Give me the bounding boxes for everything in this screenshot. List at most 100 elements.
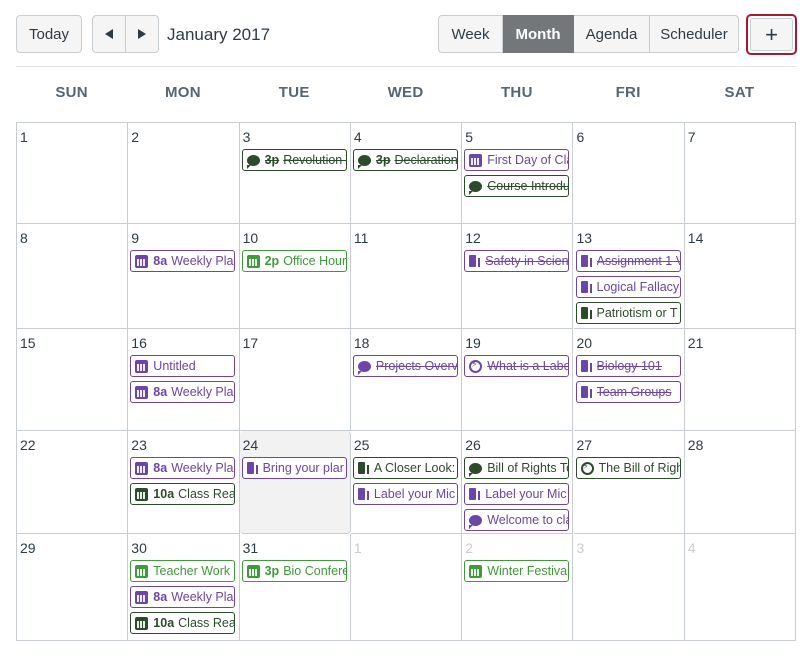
day-cell[interactable]: 15 xyxy=(17,329,129,431)
calendar-event[interactable]: Patriotism or T xyxy=(575,302,681,324)
day-cell[interactable]: 23 8aWeekly Plan 10aClass Read xyxy=(128,431,240,534)
day-cell[interactable]: 11 xyxy=(350,224,463,329)
day-cell[interactable]: 3 xyxy=(574,534,685,640)
day-cell[interactable]: 20 Biology 101 Team Groups xyxy=(573,329,685,431)
calendar-event[interactable]: Welcome to cla xyxy=(464,509,570,531)
day-number: 11 xyxy=(353,230,369,246)
calendar-event[interactable]: 10aClass Read xyxy=(130,612,236,634)
calendar-event[interactable]: First Day of Cla xyxy=(464,149,570,171)
event-title: Teacher Work I xyxy=(153,564,235,578)
event-label: Logical Fallacy xyxy=(597,280,680,294)
day-cell[interactable]: 25 A Closer Look: Label your Mic xyxy=(350,431,463,534)
day-cell[interactable]: 4 xyxy=(685,534,796,640)
calendar-event[interactable]: A Closer Look: xyxy=(352,457,458,479)
day-cell[interactable]: 29 xyxy=(17,534,129,640)
next-month-button[interactable] xyxy=(125,15,159,53)
assignment-icon xyxy=(469,488,481,500)
event-title: First Day of Cla xyxy=(487,153,569,167)
day-cell[interactable]: 16 Untitled 8a Weekly Plan xyxy=(128,329,240,431)
calendar-event[interactable]: 2p Office Hours xyxy=(241,250,347,272)
day-cell[interactable]: 1 xyxy=(17,123,129,224)
calendar-event[interactable]: The Bill of Righ xyxy=(575,457,681,479)
day-cell[interactable]: 3 3pRevolution T xyxy=(239,123,351,224)
tab-agenda[interactable]: Agenda xyxy=(574,15,650,53)
calendar-event[interactable]: Label your Mic xyxy=(464,483,570,505)
calendar-icon xyxy=(135,385,149,399)
event-label: 8a Weekly Plan xyxy=(153,254,234,268)
day-cell[interactable]: 19 What is a Labo xyxy=(462,329,574,431)
day-cell[interactable]: 24 Bring your plar xyxy=(239,431,351,534)
day-cell[interactable]: 9 8a Weekly Plan xyxy=(128,224,240,329)
calendar-event[interactable]: What is a Labo xyxy=(464,355,570,377)
day-cell[interactable]: 5 First Day of Cla Course Introdu xyxy=(462,123,574,224)
calendar-event[interactable]: 3p Declaration xyxy=(352,149,458,171)
day-cell[interactable]: 27 The Bill of Righ xyxy=(573,431,685,534)
calendar-event[interactable]: 8a Weekly Plan xyxy=(130,586,236,608)
event-label: 8a Weekly Plan xyxy=(153,590,234,604)
calendar-event[interactable]: Assignment 1 V xyxy=(575,250,681,272)
day-cell[interactable]: 18 Projects Overv xyxy=(350,329,463,431)
day-number: 23 xyxy=(131,437,147,453)
tab-week[interactable]: Week xyxy=(438,15,503,53)
day-header-sun: SUN xyxy=(55,84,88,101)
day-cell[interactable]: 7 xyxy=(684,123,797,224)
event-title: Winter Festiva xyxy=(487,564,568,578)
calendar-event[interactable]: Course Introdu xyxy=(464,175,570,197)
day-cell[interactable]: 2 Winter Festiva xyxy=(462,534,574,640)
day-cell[interactable]: 10 2p Office Hours xyxy=(239,224,351,329)
day-cell[interactable]: 21 xyxy=(684,329,797,431)
calendar-event[interactable]: 3pBio Conferen xyxy=(241,560,347,582)
day-cell[interactable]: 8 xyxy=(17,224,129,329)
day-cell[interactable]: 22 xyxy=(17,431,129,534)
chevron-right-icon xyxy=(137,29,146,39)
tab-scheduler[interactable]: Scheduler xyxy=(650,15,739,53)
calendar-event[interactable]: Bill of Rights Tc xyxy=(464,457,570,479)
day-number: 22 xyxy=(20,437,36,453)
calendar-event[interactable]: Logical Fallacy xyxy=(575,276,681,298)
calendar-event[interactable]: 8a Weekly Plan xyxy=(130,381,236,403)
day-number: 27 xyxy=(576,437,593,453)
day-cell[interactable]: 1 xyxy=(351,534,463,640)
day-cell[interactable]: 28 xyxy=(684,431,797,534)
calendar-event[interactable]: 10aClass Read xyxy=(130,483,236,505)
calendar-event[interactable]: Team Groups xyxy=(575,381,681,403)
calendar-event[interactable]: Biology 101 xyxy=(575,355,681,377)
day-number: 6 xyxy=(576,129,585,145)
day-cell[interactable]: 14 xyxy=(684,224,797,329)
discussion-icon xyxy=(469,514,483,529)
week-row: 15 16 Untitled 8a Weekly Plan 17 18 Projects Ov… xyxy=(17,329,797,431)
day-cell[interactable]: 30 Teacher Work I 8a Weekly Plan 10a Class Re… xyxy=(128,534,240,640)
event-label: What is a Labo xyxy=(487,359,568,373)
day-cell[interactable]: 2 xyxy=(128,123,240,224)
tab-month[interactable]: Month xyxy=(503,15,574,53)
day-cell[interactable]: 4 3p Declaration xyxy=(350,123,463,224)
calendar-event[interactable]: Teacher Work I xyxy=(130,560,236,582)
event-time: 3p xyxy=(375,153,391,167)
calendar-event[interactable]: Bring your plar xyxy=(241,457,347,479)
calendar-event[interactable]: Untitled xyxy=(130,355,236,377)
day-cell[interactable]: 31 3pBio Conferen xyxy=(240,534,351,640)
today-button[interactable]: Today xyxy=(16,15,82,53)
event-time: 3p xyxy=(264,153,280,167)
day-cell[interactable]: 17 xyxy=(239,329,351,431)
previous-month-button[interactable] xyxy=(92,15,126,53)
calendar-event[interactable]: 8a Weekly Plan xyxy=(130,250,236,272)
add-event-button[interactable]: + xyxy=(750,18,793,51)
day-cell[interactable]: 13 Assignment 1 V Logical Fallacy Patriotis… xyxy=(573,224,685,329)
day-cell[interactable]: 26 Bill of Rights Tc Label your Mic Welcome… xyxy=(462,431,574,534)
day-cell[interactable]: 12 Safety in Scien xyxy=(462,224,574,329)
calendar-event[interactable]: 3pRevolution T xyxy=(241,149,347,171)
day-cell[interactable]: 6 xyxy=(573,123,685,224)
calendar-event[interactable]: Projects Overv xyxy=(352,355,458,377)
event-time: 8a xyxy=(153,385,168,399)
event-title: Revolution T xyxy=(283,153,345,167)
event-time: 8a xyxy=(153,254,168,268)
calendar-event[interactable]: Label your Mic xyxy=(352,483,458,505)
calendar-event[interactable]: 8a Weekly Plan xyxy=(130,457,236,479)
event-label: 10aClass Read xyxy=(153,487,234,501)
day-number: 1 xyxy=(353,540,362,556)
calendar-event[interactable]: Winter Festiva xyxy=(464,560,570,582)
quiz-icon xyxy=(580,461,594,475)
calendar-event[interactable]: Safety in Scien xyxy=(464,250,570,272)
event-title: Class Read xyxy=(178,616,234,630)
